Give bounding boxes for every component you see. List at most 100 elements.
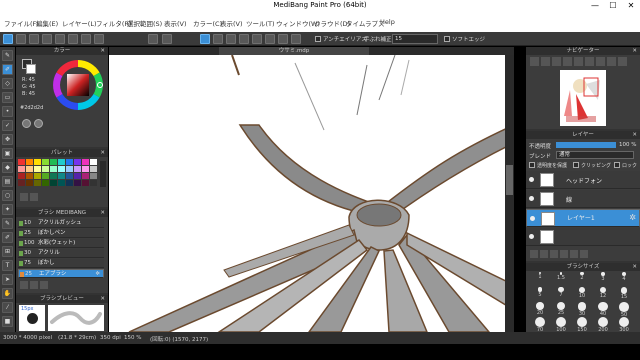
- palette-swatch[interactable]: [42, 173, 49, 179]
- palette-swatch[interactable]: [82, 180, 89, 186]
- menu-cloud[interactable]: クラウド(D): [314, 18, 350, 28]
- brush-tool-icon[interactable]: ✎: [2, 50, 13, 61]
- brush-settings-icon[interactable]: ✲: [95, 270, 100, 278]
- pen-tool-icon[interactable]: ✐: [2, 64, 13, 75]
- rotate-left-icon[interactable]: [574, 57, 583, 66]
- layer-menu-icon[interactable]: [580, 250, 588, 258]
- brush-size-option[interactable]: 1.5: [551, 272, 571, 281]
- eye-icon[interactable]: [529, 196, 534, 201]
- palette-swatch[interactable]: [50, 173, 57, 179]
- dot-tool-icon[interactable]: •: [2, 106, 13, 117]
- brush-size-option[interactable]: 4: [614, 272, 634, 282]
- brush-size-option[interactable]: 2: [572, 272, 592, 281]
- panel-icon[interactable]: [94, 34, 104, 44]
- brush-size-option[interactable]: 300: [614, 317, 634, 333]
- brush-item[interactable]: 25 ぼかしペン: [18, 229, 104, 238]
- snap-radial-icon[interactable]: [252, 34, 262, 44]
- snap-curve-icon[interactable]: [278, 34, 288, 44]
- delete-layer-icon[interactable]: [570, 250, 578, 258]
- brush-size-option[interactable]: 10: [572, 287, 592, 299]
- eye-icon[interactable]: [530, 216, 535, 221]
- palette-swatch[interactable]: [18, 166, 25, 172]
- brush-size-option[interactable]: 5: [530, 287, 550, 298]
- divide-tool-icon[interactable]: ⊞: [2, 246, 13, 257]
- close-icon[interactable]: ✕: [100, 295, 105, 303]
- palette-swatch[interactable]: [34, 173, 41, 179]
- menu-edit[interactable]: 編集(E): [36, 18, 58, 28]
- merge-layer-icon[interactable]: [560, 250, 568, 258]
- layer-row[interactable]: ヘッドフォン: [526, 171, 640, 189]
- palette-swatch[interactable]: [42, 180, 49, 186]
- menu-help[interactable]: Help: [380, 18, 395, 26]
- close-icon[interactable]: ✕: [100, 47, 105, 55]
- palette-swatch[interactable]: [50, 166, 57, 172]
- palette-scrollbar[interactable]: [100, 161, 106, 187]
- fill-tool-icon[interactable]: ▣: [2, 148, 13, 159]
- secondary-color-swatch[interactable]: [26, 64, 36, 74]
- maximize-button[interactable]: ☐: [604, 0, 622, 12]
- save-icon[interactable]: [29, 34, 39, 44]
- actual-size-icon[interactable]: [563, 57, 572, 66]
- brush-size-option[interactable]: 30: [572, 302, 592, 317]
- lock-checkbox[interactable]: [614, 162, 620, 168]
- layer-row-selected[interactable]: レイヤー1 ✲: [526, 209, 640, 227]
- new-icon[interactable]: [3, 34, 13, 44]
- menu-select[interactable]: 選択範囲(S): [127, 18, 162, 28]
- palette-swatch[interactable]: [82, 159, 89, 165]
- brush-size-option[interactable]: 15: [614, 287, 634, 300]
- color-mode-icon[interactable]: [22, 119, 31, 128]
- layer-settings-icon[interactable]: ✲: [629, 214, 636, 222]
- palette-swatches[interactable]: [18, 159, 98, 189]
- navigator-settings-icon[interactable]: [618, 57, 627, 66]
- menu-view-2[interactable]: 表示(V): [220, 18, 243, 28]
- close-icon[interactable]: ✕: [100, 149, 105, 157]
- select-tool-icon[interactable]: ▭: [2, 92, 13, 103]
- brush-size-option[interactable]: 20: [530, 302, 550, 316]
- palette-swatch[interactable]: [42, 159, 49, 165]
- palette-swatch[interactable]: [18, 180, 25, 186]
- select-pen-tool-icon[interactable]: ✎: [2, 218, 13, 229]
- close-icon[interactable]: ✕: [632, 263, 637, 271]
- brush-size-option[interactable]: 1: [530, 272, 550, 280]
- opacity-slider[interactable]: [556, 142, 616, 148]
- brush-item[interactable]: 100 水彩(ウェット): [18, 239, 104, 248]
- palette-swatch[interactable]: [58, 159, 65, 165]
- close-icon[interactable]: ✕: [100, 209, 105, 217]
- palette-swatch[interactable]: [50, 159, 57, 165]
- palette-delete-icon[interactable]: [30, 193, 38, 201]
- clipping-checkbox[interactable]: [573, 162, 579, 168]
- palette-swatch[interactable]: [82, 166, 89, 172]
- protect-alpha-checkbox[interactable]: [529, 162, 535, 168]
- eye-icon[interactable]: [529, 234, 534, 239]
- snap-vanish-icon[interactable]: [239, 34, 249, 44]
- minimize-button[interactable]: —: [586, 0, 604, 12]
- share-icon[interactable]: [55, 34, 65, 44]
- rotate-right-icon[interactable]: [585, 57, 594, 66]
- drawing-canvas[interactable]: [109, 55, 514, 332]
- softedge-checkbox[interactable]: [444, 36, 450, 42]
- brush-size-option[interactable]: 70: [530, 317, 550, 333]
- palette-add-icon[interactable]: [20, 193, 28, 201]
- close-icon[interactable]: ✕: [632, 47, 637, 55]
- move-tool-icon[interactable]: ✥: [2, 134, 13, 145]
- layer-row[interactable]: [526, 228, 640, 246]
- brush-size-option[interactable]: 50: [614, 302, 634, 318]
- undo-icon[interactable]: [148, 34, 158, 44]
- palette-swatch[interactable]: [74, 166, 81, 172]
- snap-cross-icon[interactable]: [226, 34, 236, 44]
- document-tab[interactable]: ウサミ.mdp: [219, 47, 369, 55]
- brush-add-icon[interactable]: [20, 281, 28, 289]
- brush-size-option[interactable]: 3: [593, 272, 613, 282]
- correction-select[interactable]: 15: [392, 34, 438, 44]
- color-history-icon[interactable]: [34, 119, 43, 128]
- zoom-out-icon[interactable]: [541, 57, 550, 66]
- palette-swatch[interactable]: [90, 180, 97, 186]
- palette-swatch[interactable]: [18, 159, 25, 165]
- palette-swatch[interactable]: [26, 159, 33, 165]
- snap-settings-icon[interactable]: [291, 34, 301, 44]
- brush-copy-icon[interactable]: [30, 281, 38, 289]
- layout-icon[interactable]: [68, 34, 78, 44]
- snap-off-icon[interactable]: [200, 34, 210, 44]
- hand-tool-icon[interactable]: ✋: [2, 288, 13, 299]
- palette-swatch[interactable]: [58, 173, 65, 179]
